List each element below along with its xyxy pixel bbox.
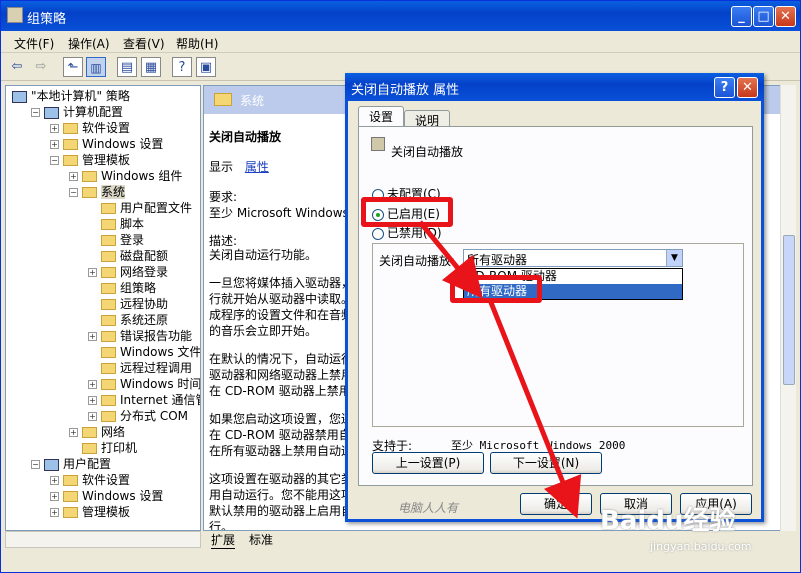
baidu-watermark-url: jingyan.baidu.com: [650, 540, 752, 553]
baidu-watermark: Baidu经验: [600, 506, 736, 536]
annotation-arrows: [418, 220, 582, 519]
arrow-to-ok: [487, 299, 582, 519]
arrow-to-dropdown: [418, 220, 483, 299]
